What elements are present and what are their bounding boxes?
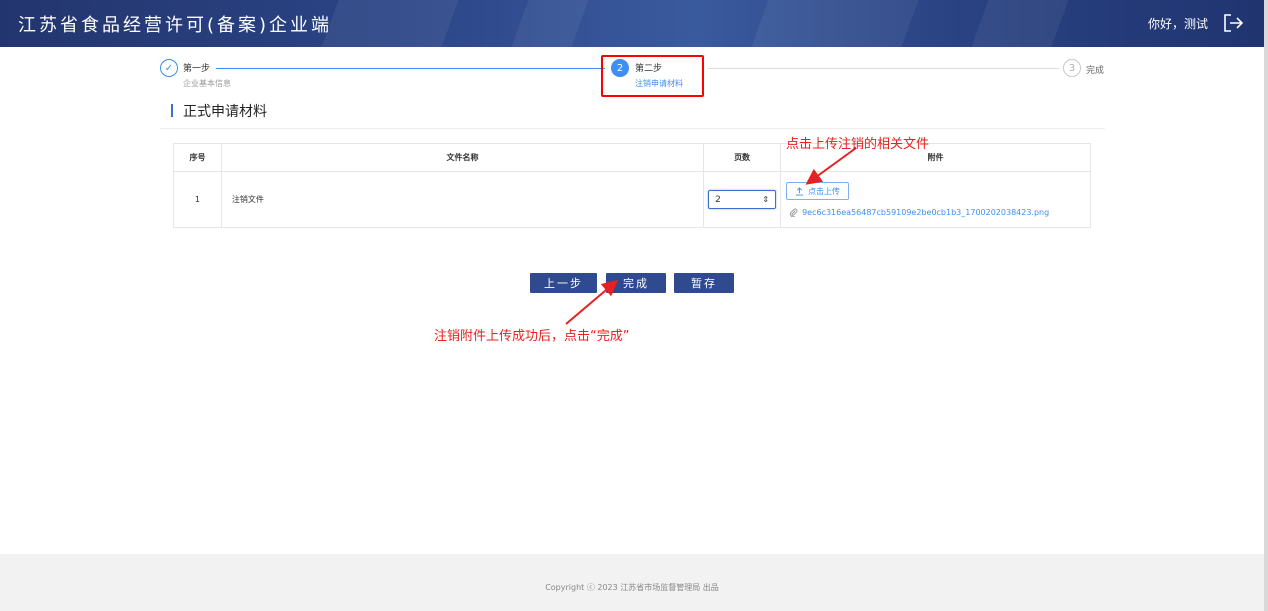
row-no: 1 xyxy=(173,171,222,228)
attachment-cell: 点击上传 9ec6c316ea56487cb59109e2be0cb1b3_17… xyxy=(780,171,1091,228)
step-3-label: 完成 xyxy=(1086,66,1105,76)
divider xyxy=(160,128,1105,129)
step-progress: ✓ 第一步 企业基本信息 2 第二步 注销申请材料 3 完成 xyxy=(0,47,1264,107)
attachment-filename[interactable]: 9ec6c316ea56487cb59109e2be0cb1b3_1700202… xyxy=(802,208,1049,217)
scrollbar[interactable] xyxy=(1264,0,1268,611)
app-header: 江苏省食品经营许可(备案)企业端 你好，测试 xyxy=(0,0,1264,47)
paperclip-icon xyxy=(790,208,798,217)
header-decoration xyxy=(321,0,459,47)
logout-icon[interactable] xyxy=(1222,12,1244,34)
done-button[interactable]: 完成 xyxy=(606,273,666,293)
save-draft-button[interactable]: 暂存 xyxy=(674,273,734,293)
pages-stepper[interactable]: 2 ⇕ xyxy=(708,190,777,209)
table-header-row: 序号 文件名称 页数 附件 xyxy=(173,143,1091,172)
pages-value[interactable]: 2 xyxy=(715,195,721,205)
header-decoration xyxy=(971,0,1069,47)
copyright-text: Copyright ⓒ 2023 江苏省市场监督管理局 出品 xyxy=(545,583,719,592)
upload-hint-annotation: 点击上传注销的相关文件 xyxy=(786,137,930,152)
prev-step-button[interactable]: 上一步 xyxy=(530,273,597,293)
table-row: 1 注销文件 2 ⇕ 点击上传 9ec6c316ea56487cb59109e2… xyxy=(173,171,1091,228)
user-greeting: 你好，测试 xyxy=(1147,17,1208,31)
stepper-arrows-icon[interactable]: ⇕ xyxy=(762,195,769,204)
upload-icon xyxy=(795,186,804,196)
header-name: 文件名称 xyxy=(220,143,705,172)
step-1-check-icon: ✓ xyxy=(160,59,178,77)
step-2-highlight-box xyxy=(601,55,704,97)
row-file-name: 注销文件 xyxy=(220,171,705,228)
materials-table: 序号 文件名称 页数 附件 1 注销文件 2 ⇕ 点击上传 9ec6c316ea… xyxy=(173,143,1091,228)
pages-cell: 2 ⇕ xyxy=(703,171,782,228)
section-title: 正式申请材料 xyxy=(171,101,267,121)
footer: Copyright ⓒ 2023 江苏省市场监督管理局 出品 xyxy=(0,554,1264,611)
step-connector-pending xyxy=(708,68,1059,69)
header-decoration xyxy=(511,0,589,47)
header-no: 序号 xyxy=(173,143,222,172)
done-hint-annotation: 注销附件上传成功后，点击“完成” xyxy=(434,329,630,344)
step-3-number: 3 xyxy=(1063,59,1081,77)
step-1-label: 第一步 xyxy=(183,64,211,74)
upload-button-label: 点击上传 xyxy=(808,186,841,196)
upload-button[interactable]: 点击上传 xyxy=(786,182,850,200)
step-1-sub: 企业基本信息 xyxy=(183,79,231,88)
header-decoration xyxy=(751,0,919,47)
attachment-link[interactable]: 9ec6c316ea56487cb59109e2be0cb1b3_1700202… xyxy=(789,208,1090,217)
header-pages: 页数 xyxy=(703,143,782,172)
step-connector-done xyxy=(216,68,605,69)
app-title: 江苏省食品经营许可(备案)企业端 xyxy=(18,15,333,36)
